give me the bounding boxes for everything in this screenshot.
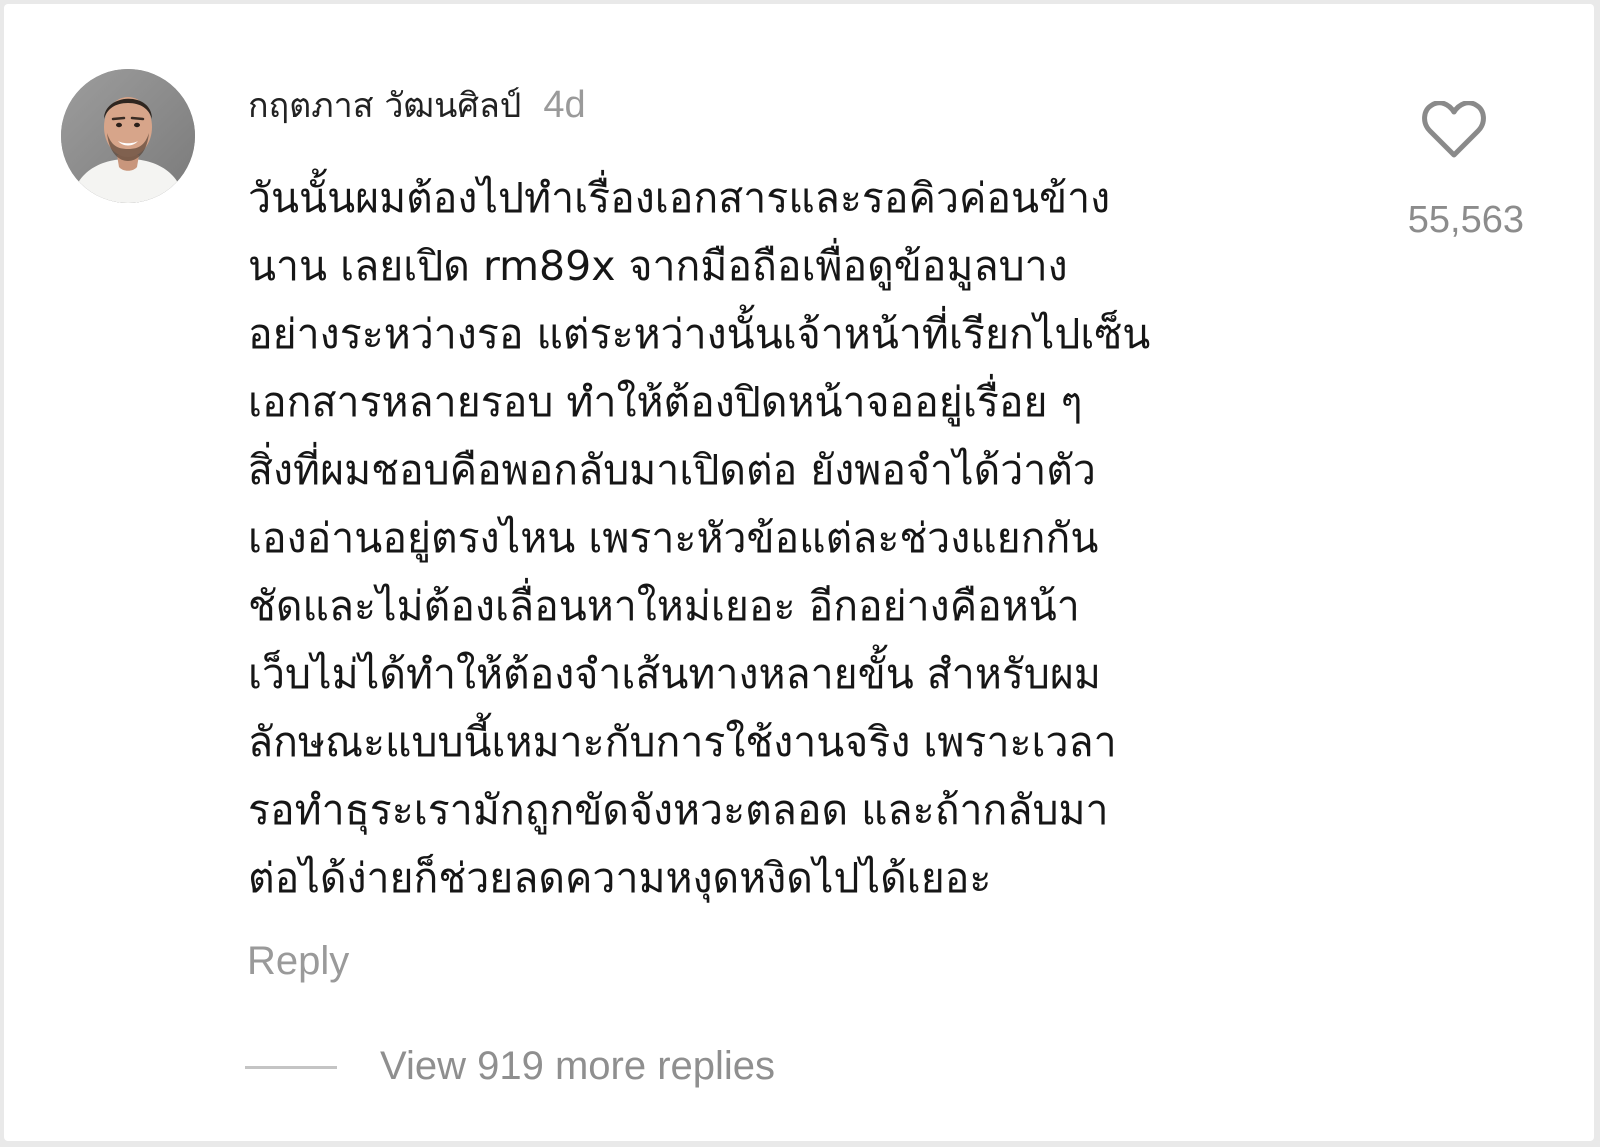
comment-line: เองอ่านอยู่ตรงไหน เพราะหัวข้อแต่ละช่วงแย… (248, 514, 1099, 562)
like-count: 55,563 (1407, 199, 1524, 241)
author-name[interactable]: กฤตภาส วัฒนศิลป์ (248, 78, 521, 132)
comment-line: รอทำธุระเรามักถูกขัดจังหวะตลอด และถ้ากลั… (248, 786, 1109, 834)
avatar-photo (61, 69, 195, 203)
author-avatar[interactable] (61, 69, 195, 203)
comment-line: อย่างระหว่างรอ แต่ระหว่างนั้นเจ้าหน้าที่… (248, 310, 1151, 358)
comment-line: ชัดและไม่ต้องเลื่อนหาใหม่เยอะ อีกอย่างคื… (248, 582, 1080, 630)
comment-timestamp: 4d (543, 84, 586, 126)
replies-divider (245, 1066, 337, 1069)
view-more-replies-button[interactable]: View 919 more replies (380, 1044, 775, 1089)
comment-line: วันนั้นผมต้องไปทำเรื่องเอกสารและรอคิวค่อ… (248, 174, 1111, 222)
comment-line: ลักษณะแบบนี้เหมาะกับการใช้งานจริง เพราะเ… (248, 718, 1117, 766)
comment-line: สิ่งที่ผมชอบคือพอกลับมาเปิดต่อ ยังพอจำได… (248, 446, 1096, 494)
heart-outline-icon (1422, 100, 1486, 158)
comment-line: เว็บไม่ได้ทำให้ต้องจำเส้นทางหลายขั้น สำห… (248, 650, 1101, 698)
comment-line: ต่อได้ง่ายก็ช่วยลดความหงุดหงิดไปได้เยอะ (248, 854, 992, 902)
like-button[interactable] (1422, 100, 1486, 159)
comment-line: นาน เลยเปิด rm89x จากมือถือเพื่อดูข้อมูล… (248, 242, 1068, 290)
comment-text: วันนั้นผมต้องไปทำเรื่องเอกสารและรอคิวค่อ… (248, 164, 1338, 912)
reply-button[interactable]: Reply (247, 939, 349, 984)
comment-card: กฤตภาส วัฒนศิลป์ 4d วันนั้นผมต้องไปทำเรื… (4, 4, 1594, 1141)
comment-header: กฤตภาส วัฒนศิลป์ 4d (248, 78, 586, 128)
comment-line: เอกสารหลายรอบ ทำให้ต้องปิดหน้าจออยู่เรื่… (248, 378, 1083, 426)
